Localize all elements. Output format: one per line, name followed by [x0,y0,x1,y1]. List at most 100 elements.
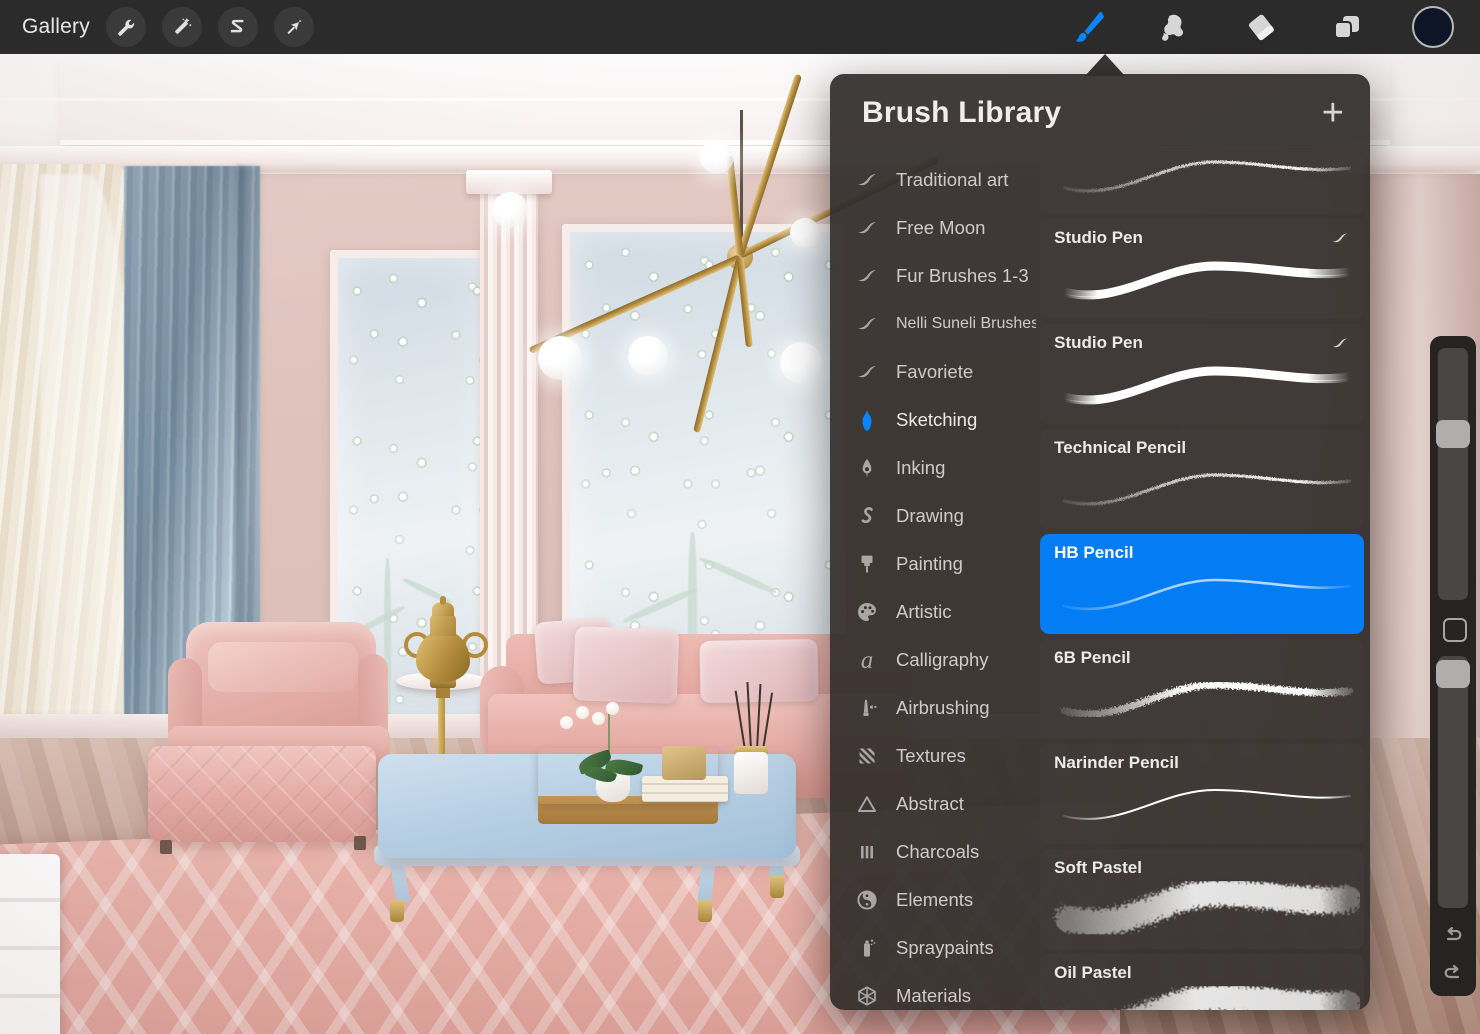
top-toolbar: Gallery [0,0,1480,54]
panel-caret [1085,54,1125,76]
triangle-outline-icon [854,791,880,817]
opacity-thumb[interactable] [1436,660,1470,688]
brush-set-item-free-moon[interactable]: Free Moon [830,204,1036,252]
color-swatch[interactable] [1412,6,1454,48]
brush-set-label: Elements [896,889,974,910]
brush-set-list[interactable]: Traditional art Free Moon Fur Brushes 1-3 N… [830,152,1036,1010]
brush-list[interactable]: Studio Pen Studio Pen Technical Pencil H… [1036,152,1370,1010]
brush-card[interactable]: Studio Pen [1040,219,1364,319]
arrow-cursor-icon [287,19,302,35]
brush-preview-stroke [1063,788,1352,820]
brush-size-thumb[interactable] [1436,420,1470,448]
three-bars-icon [854,839,880,865]
airbrush-icon [863,699,877,716]
brush-preview-stroke [1062,473,1352,506]
gallery-button[interactable]: Gallery [22,15,90,39]
brush-preview-stroke [1055,879,1362,936]
brush-set-item-calligraphy[interactable]: a Calligraphy [830,636,1036,684]
swoosh-icon [854,311,880,337]
brush-card[interactable]: Technical Pencil [1040,429,1364,529]
brush-preview [1050,241,1360,315]
panel-title: Brush Library [862,96,1062,129]
undo-button[interactable] [1441,924,1465,953]
pencil-nib-icon [862,410,872,432]
brush-set-item-sketching[interactable]: Sketching [830,396,1036,444]
brush-set-label: Drawing [896,505,964,526]
paintbrush-icon [1076,11,1104,42]
spray-can-icon [864,939,876,957]
brush-set-label: Abstract [896,793,964,814]
redo-arrow-icon [1444,964,1460,979]
eraser-icon [1248,14,1274,41]
brush-library-header: Brush Library + [830,74,1370,152]
letter-a-italic-icon: a [854,647,880,673]
swoosh-icon [854,215,880,241]
brush-set-label: Calligraphy [896,649,989,670]
brush-set-item-airbrushing[interactable]: Airbrushing [830,684,1036,732]
magic-wand-icon [175,17,192,34]
brush-set-item-nelli-suneli-brushes[interactable]: Nelli Suneli Brushes [830,300,1036,348]
brush-set-label: Textures [896,745,966,766]
brush-set-label: Materials [896,985,972,1006]
brush-card[interactable]: Soft Pastel [1040,849,1364,949]
paint-button[interactable] [1068,6,1110,48]
brush-set-item-elements[interactable]: Elements [830,876,1036,924]
brush-set-item-favoriete[interactable]: Favoriete [830,348,1036,396]
brush-set-label: Nelli Suneli Brushes [896,315,1037,332]
swoosh-icon [854,359,880,385]
brush-set-item-textures[interactable]: Textures [830,732,1036,780]
brush-set-label: Fur Brushes 1-3 [896,265,1029,286]
erase-button[interactable] [1240,6,1282,48]
brush-set-item-fur-brushes-1-3[interactable]: Fur Brushes 1-3 [830,252,1036,300]
brush-set-label: Favoriete [896,361,974,382]
actions-wrench-button[interactable] [105,7,146,47]
ink-pen-nib-icon [854,455,880,481]
brush-sidebar [1430,336,1476,996]
s-curve-icon [230,19,244,33]
swoosh-icon [858,222,876,234]
brush-preview-stroke [1060,261,1354,300]
brush-card[interactable]: HB Pencil [1040,534,1364,634]
brush-set-label: Traditional art [896,169,1009,190]
brush-preview [1050,871,1362,945]
brush-card[interactable]: Oil Pastel [1040,954,1364,1010]
palette-icon [854,599,880,625]
brush-set-item-drawing[interactable]: Drawing [830,492,1036,540]
brush-card[interactable] [1040,152,1364,214]
selection-button[interactable] [217,7,258,47]
brush-set-item-charcoals[interactable]: Charcoals [830,828,1036,876]
brush-card[interactable]: Narinder Pencil [1040,744,1364,844]
brush-preview-stroke [1060,366,1354,405]
brush-set-label: Painting [896,553,963,574]
redo-button[interactable] [1441,962,1465,991]
brush-set-item-traditional-art[interactable]: Traditional art [830,156,1036,204]
adjustments-button[interactable] [161,7,202,47]
squiggle-icon [861,507,873,524]
brush-card[interactable]: 6B Pencil [1040,639,1364,739]
hatch-square-icon [854,743,880,769]
yin-yang-icon [857,890,877,910]
pencil-nib-icon [854,407,880,433]
three-bars-icon [861,846,873,859]
brush-preview-stroke [1060,681,1354,718]
opacity-slider[interactable] [1436,656,1470,908]
brush-size-slider[interactable] [1436,348,1470,600]
brush-set-item-artistic[interactable]: Artistic [830,588,1036,636]
add-brush-set-button[interactable]: + [1322,94,1344,132]
layers-button[interactable] [1326,6,1368,48]
transform-button[interactable] [273,7,314,47]
brush-library-body: Traditional art Free Moon Fur Brushes 1-3 N… [830,152,1370,1010]
brush-card[interactable]: Studio Pen [1040,324,1364,424]
procreate-app: Gallery Brush Library + Traditional art … [0,0,1480,1034]
letter-a-italic-icon: a [860,646,874,674]
brush-set-item-spraypaints[interactable]: Spraypaints [830,924,1036,972]
brush-set-item-painting[interactable]: Painting [830,540,1036,588]
brush-set-item-inking[interactable]: Inking [830,444,1036,492]
brush-set-item-materials[interactable]: Materials [830,972,1036,1010]
brush-set-item-abstract[interactable]: Abstract [830,780,1036,828]
brush-preview [1050,152,1360,212]
ink-pen-nib-icon [862,458,872,478]
smudge-button[interactable] [1154,6,1196,48]
spray-can-icon [854,935,880,961]
modify-button[interactable] [1443,618,1467,642]
